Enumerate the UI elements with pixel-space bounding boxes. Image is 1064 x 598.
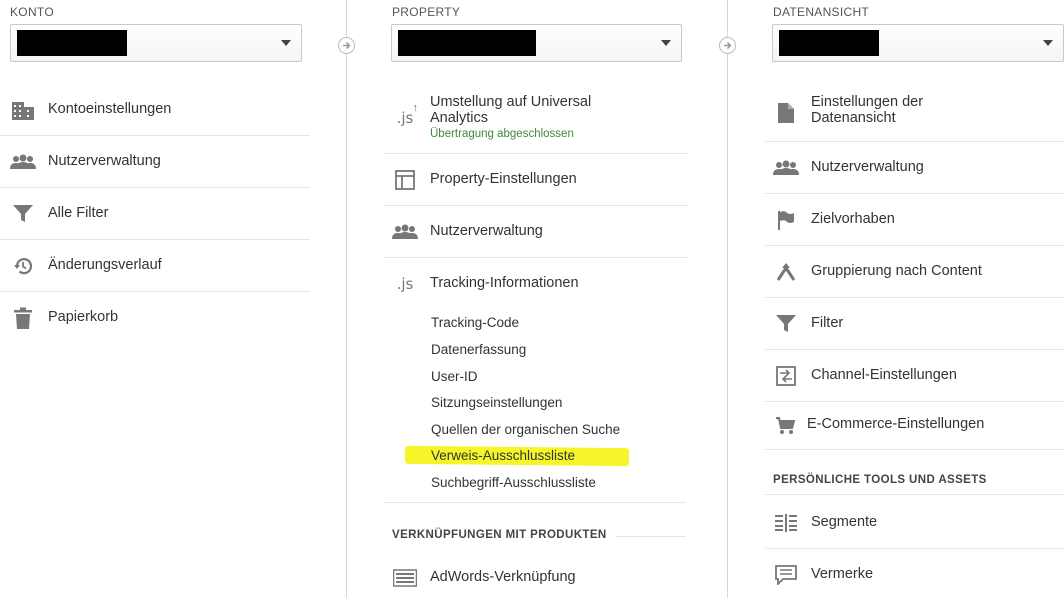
view-item-label: E-Commerce-Einstellungen — [807, 416, 985, 432]
js-upgrade-icon: .js ↑ — [396, 102, 418, 127]
filter-icon — [773, 312, 799, 336]
property-item-einstellungen[interactable]: Property-Einstellungen — [384, 154, 689, 206]
redacted-view-name — [779, 30, 879, 56]
view-column: DATENANSICHT Einstellungen der Datenansi… — [765, 0, 1064, 598]
property-header: PROPERTY — [392, 5, 461, 19]
channel-settings-icon — [773, 364, 799, 388]
view-tool-segmente[interactable]: Segmente — [765, 497, 1064, 549]
property-select[interactable] — [391, 24, 682, 62]
filter-icon — [10, 202, 36, 226]
arrow-right-icon — [719, 37, 736, 54]
view-tool-vermerke[interactable]: Vermerke — [765, 549, 1064, 598]
view-item-nutzerverwaltung[interactable]: Nutzerverwaltung — [765, 142, 1064, 194]
segments-icon — [773, 511, 799, 535]
view-item-label: Zielvorhaben — [811, 211, 895, 227]
divider — [384, 502, 686, 503]
js-icon: .js — [396, 275, 414, 293]
konto-item-papierkorb[interactable]: Papierkorb — [0, 292, 310, 344]
konto-item-alle-filter[interactable]: Alle Filter — [0, 188, 310, 240]
view-item-einstellungen[interactable]: Einstellungen der Datenansicht — [765, 84, 1064, 142]
property-item-nutzerverwaltung[interactable]: Nutzerverwaltung — [384, 206, 689, 258]
building-icon — [10, 98, 36, 122]
flag-icon — [773, 208, 799, 232]
property-item-label: Umstellung auf Universal Analytics — [430, 94, 592, 126]
konto-item-nutzerverwaltung[interactable]: Nutzerverwaltung — [0, 136, 310, 188]
view-item-label: Channel-Einstellungen — [811, 367, 957, 383]
view-item-label: Gruppierung nach Content — [811, 263, 982, 279]
history-icon — [10, 254, 36, 278]
users-icon — [392, 220, 418, 244]
content-grouping-icon — [773, 260, 799, 284]
property-item-label: Nutzerverwaltung — [430, 223, 543, 239]
redacted-property-name — [398, 30, 536, 56]
cart-icon — [773, 414, 799, 438]
column-divider-2 — [727, 0, 728, 598]
property-item-label: Tracking-Informationen — [430, 275, 579, 291]
tracking-subitem[interactable]: Datenerfassung — [431, 342, 526, 357]
property-item-tracking-informationen[interactable]: .js Tracking-Informationen — [384, 258, 689, 310]
view-item-zielvorhaben[interactable]: Zielvorhaben — [765, 194, 1064, 246]
migration-status: Übertragung abgeschlossen — [430, 128, 574, 140]
document-icon — [773, 101, 799, 125]
property-item-label: Property-Einstellungen — [430, 171, 577, 187]
section-header-tools: PERSÖNLICHE TOOLS UND ASSETS — [773, 474, 987, 486]
konto-header: KONTO — [10, 5, 54, 19]
view-item-filter[interactable]: Filter — [765, 298, 1064, 350]
tracking-subitem[interactable]: Quellen der organischen Suche — [431, 422, 620, 437]
tracking-subitem[interactable]: User-ID — [431, 369, 478, 384]
chevron-down-icon — [281, 40, 291, 46]
property-item-label: AdWords-Verknüpfung — [430, 569, 576, 585]
tracking-subitem[interactable]: Suchbegriff-Ausschlussliste — [431, 475, 596, 490]
divider — [616, 536, 686, 537]
adwords-link-icon — [392, 566, 418, 590]
column-divider-1 — [346, 0, 347, 598]
view-item-label: Filter — [811, 315, 844, 331]
konto-item-label: Kontoeinstellungen — [48, 101, 172, 117]
view-item-label: Einstellungen der Datenansicht — [811, 94, 924, 126]
annotation-icon — [773, 563, 799, 587]
konto-item-label: Nutzerverwaltung — [48, 153, 161, 169]
view-item-label: Nutzerverwaltung — [811, 159, 924, 175]
divider — [765, 494, 1064, 495]
section-header-products: VERKNÜPFUNGEN MIT PRODUKTEN — [392, 529, 607, 541]
konto-select[interactable] — [10, 24, 302, 62]
view-tool-label: Vermerke — [811, 566, 874, 582]
chevron-down-icon — [661, 40, 671, 46]
konto-column: KONTO Kontoeinstellungen Nutzerverwaltun… — [0, 0, 310, 598]
konto-item-kontoeinstellungen[interactable]: Kontoeinstellungen — [0, 84, 310, 136]
property-item-universal-analytics[interactable]: .js ↑ Umstellung auf Universal Analytics — [384, 84, 689, 154]
view-item-channel-einstellungen[interactable]: Channel-Einstellungen — [765, 350, 1064, 402]
view-item-ecommerce[interactable]: E-Commerce-Einstellungen — [765, 402, 1064, 450]
users-icon — [773, 156, 799, 180]
arrow-right-icon — [338, 37, 355, 54]
view-item-content-gruppierung[interactable]: Gruppierung nach Content — [765, 246, 1064, 298]
konto-item-label: Änderungsverlauf — [48, 257, 162, 273]
view-tool-label: Segmente — [811, 514, 878, 530]
konto-item-label: Papierkorb — [48, 309, 119, 325]
chevron-down-icon — [1043, 40, 1053, 46]
tracking-subitem-highlighted[interactable]: Verweis-Ausschlussliste — [431, 448, 575, 463]
view-select[interactable] — [772, 24, 1064, 62]
property-column: PROPERTY .js ↑ Umstellung auf Universal A… — [384, 0, 689, 598]
property-settings-icon — [392, 168, 418, 192]
view-header: DATENANSICHT — [773, 5, 870, 19]
tracking-subitem[interactable]: Sitzungseinstellungen — [431, 395, 562, 410]
tracking-subitem[interactable]: Tracking-Code — [431, 315, 519, 330]
konto-item-aenderungsverlauf[interactable]: Änderungsverlauf — [0, 240, 310, 292]
trash-icon — [10, 306, 36, 330]
redacted-account-name — [17, 30, 127, 56]
property-item-adwords[interactable]: AdWords-Verknüpfung — [384, 552, 689, 598]
users-icon — [10, 150, 36, 174]
konto-item-label: Alle Filter — [48, 205, 109, 221]
